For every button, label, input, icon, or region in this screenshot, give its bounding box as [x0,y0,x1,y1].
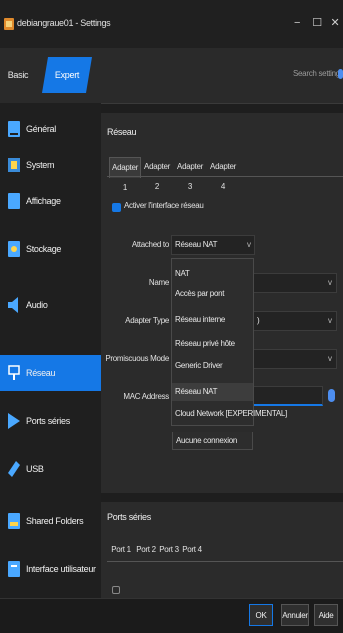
network-section-title: Réseau [107,127,137,137]
sidebar-item-system[interactable]: System [0,147,101,183]
sidebar-item-label: Ports séries [26,416,70,426]
tab-basic[interactable]: Basic [0,60,36,90]
sidebar-item-serial-ports[interactable]: Ports séries [0,403,101,439]
sidebar-item-network[interactable]: Réseau [0,355,101,391]
window-icon [8,561,20,577]
sidebar-item-label: Réseau [26,368,56,378]
dropdown-option[interactable]: NAT [172,265,253,283]
sidebar-item-label: Audio [26,300,48,310]
name-label: Name [148,278,169,287]
chevron-down-icon[interactable]: v [328,316,332,325]
enable-serial-port-checkbox[interactable] [112,586,120,594]
enable-adapter-label: Activer l'interface réseau [124,201,204,210]
sidebar-item-label: Stockage [26,244,62,254]
display-icon [8,193,20,209]
dropdown-option-selected[interactable]: Réseau NAT [172,383,253,401]
speaker-icon [8,297,18,313]
mac-address-label: MAC Address [123,392,169,401]
sidebar-item-usb[interactable]: USB [0,451,101,487]
tab-adapter-4[interactable]: Adapter 4 [208,157,238,191]
usb-icon [8,461,20,477]
tab-expert[interactable]: Expert [42,57,92,93]
attached-to-label: Attached to [131,240,169,249]
tabs-divider [107,176,343,177]
serial-port-icon [8,413,20,429]
adapter-type-label: Adapter Type [125,316,169,325]
serial-ports-section-title: Ports séries [107,512,151,522]
sidebar-item-user-interface[interactable]: Interface utilisateur [0,551,101,587]
sidebar-item-label: Général [26,124,56,134]
sidebar-item-label: Interface utilisateur [26,564,96,574]
tab-adapter-1[interactable]: Adapter 1 [109,157,141,192]
dropdown-option[interactable]: Cloud Network [EXPERIMENTAL] [172,405,287,423]
network-icon [8,365,20,380]
help-button[interactable]: Aide [314,604,338,626]
tab-port-2[interactable]: Port 2 [135,540,157,560]
dropdown-option[interactable]: Réseau interne [172,311,253,329]
chevron-down-icon[interactable]: v [328,278,332,287]
sidebar-item-audio[interactable]: Audio [0,287,101,323]
sidebar-item-label: Affichage [26,196,61,206]
sidebar-item-label: USB [26,464,44,474]
search-icon[interactable] [338,69,343,79]
attached-to-dropdown: NAT Accès par pont Réseau interne Réseau… [171,258,287,426]
maximize-button[interactable]: ☐ [309,14,325,32]
promiscuous-mode-label: Promiscuous Mode [105,354,169,363]
search-input[interactable]: Search settings [293,64,339,84]
monitor-icon [8,121,20,137]
storage-icon [8,241,20,257]
sidebar-item-storage[interactable]: Stockage [0,231,101,267]
window-title: debiangraue01 - Settings [17,18,111,28]
attached-to-select[interactable]: Réseau NAT [171,235,255,255]
ok-button[interactable]: OK [249,604,273,626]
minimize-button[interactable]: − [289,14,305,32]
tab-adapter-3[interactable]: Adapter 3 [175,157,205,191]
close-button[interactable]: ✕ [327,14,343,32]
sidebar-item-label: Shared Folders [26,516,84,526]
chevron-down-icon[interactable]: v [247,240,251,249]
folder-icon [8,513,20,529]
tab-port-3[interactable]: Port 3 [158,540,180,560]
sidebar: Général System Affichage Stockage Audio … [0,103,101,598]
tab-port-1[interactable]: Port 1 [110,540,132,560]
sidebar-item-label: System [26,160,55,170]
adapter-type-value: ) [257,316,260,325]
sidebar-item-general[interactable]: Général [0,111,101,147]
refresh-mac-icon[interactable] [328,389,335,402]
cancel-button[interactable]: Annuler [281,604,309,626]
tabs-divider [107,561,343,562]
chevron-down-icon[interactable]: v [328,354,332,363]
chip-icon [8,158,20,172]
tab-adapter-2[interactable]: Adapter 2 [142,157,172,191]
sidebar-item-display[interactable]: Affichage [0,183,101,219]
dropdown-option[interactable]: Réseau privé hôte [172,335,253,353]
dropdown-option[interactable]: Generic Driver [172,357,253,375]
tab-port-4[interactable]: Port 4 [181,540,203,560]
sidebar-item-shared-folders[interactable]: Shared Folders [0,503,101,539]
virtualbox-app-icon [4,18,14,30]
dropdown-option[interactable]: Accès par pont [172,285,253,303]
dropdown-option[interactable]: Aucune connexion [172,432,253,450]
enable-adapter-checkbox[interactable] [112,203,121,212]
